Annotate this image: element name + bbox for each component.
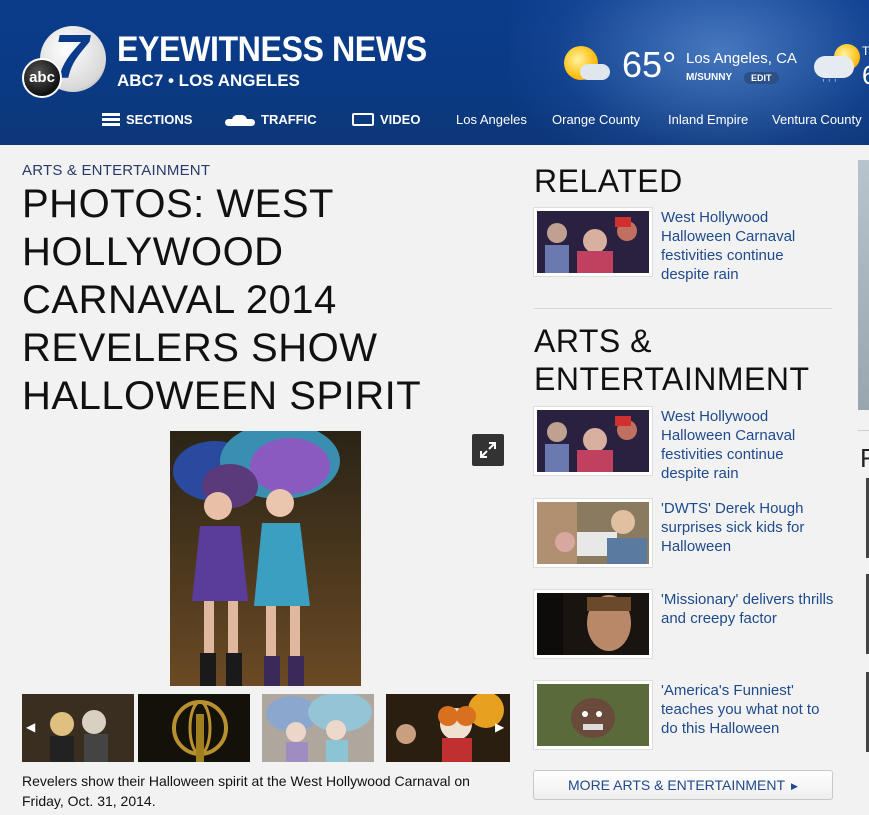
arts-item[interactable]: 'America's Funniest' teaches you what no… bbox=[534, 681, 834, 751]
arts-item[interactable]: 'Missionary' delivers thrills and creepy… bbox=[534, 590, 834, 660]
more-button-label: MORE ARTS & ENTERTAINMENT bbox=[568, 777, 786, 793]
nav-ventura-county[interactable]: Ventura County bbox=[772, 112, 862, 127]
weather-condition: M/SUNNY bbox=[686, 72, 733, 83]
article-category[interactable]: ARTS & ENTERTAINMENT bbox=[22, 162, 210, 179]
weather-location[interactable]: Los Angeles, CA bbox=[686, 50, 797, 67]
arts-item-title[interactable]: West Hollywood Halloween Carnaval festiv… bbox=[661, 407, 836, 483]
arts-entertainment-heading: ARTS & ENTERTAINMENT bbox=[534, 323, 810, 397]
partly-sunny-icon bbox=[562, 44, 612, 84]
gallery-thumbnail-3-active[interactable] bbox=[262, 694, 374, 762]
main-gallery-photo[interactable] bbox=[170, 431, 361, 686]
arts-item-title[interactable]: 'America's Funniest' teaches you what no… bbox=[661, 681, 836, 738]
rain-sun-icon: ' ' ' bbox=[814, 44, 864, 89]
abc7-logo[interactable]: 7 abc bbox=[22, 23, 108, 98]
sidebar-divider bbox=[534, 308, 832, 309]
gallery-next-arrow-icon[interactable]: ▶ bbox=[495, 720, 504, 734]
nav-video[interactable]: VIDEO bbox=[352, 112, 420, 127]
nav-traffic[interactable]: TRAFFIC bbox=[225, 112, 317, 127]
brand-title[interactable]: EYEWITNESS NEWS bbox=[117, 30, 427, 70]
main-nav: SECTIONS TRAFFIC VIDEO Los Angeles Orang… bbox=[0, 108, 869, 134]
nav-inland-empire[interactable]: Inland Empire bbox=[668, 112, 748, 127]
weather-temp[interactable]: 65° bbox=[622, 44, 676, 86]
right-rail-heading: F bbox=[860, 443, 869, 473]
nav-orange-county[interactable]: Orange County bbox=[552, 112, 640, 127]
related-item[interactable]: West Hollywood Halloween Carnaval festiv… bbox=[534, 208, 834, 283]
video-camera-icon bbox=[352, 113, 374, 127]
related-heading: RELATED bbox=[534, 163, 683, 199]
expand-fullscreen-button[interactable] bbox=[472, 434, 504, 466]
arts-item-thumbnail[interactable] bbox=[534, 499, 652, 567]
right-rail-divider bbox=[858, 430, 869, 431]
arts-item[interactable]: West Hollywood Halloween Carnaval festiv… bbox=[534, 407, 834, 482]
hamburger-menu-icon bbox=[102, 113, 120, 127]
nav-video-label: VIDEO bbox=[380, 112, 421, 127]
car-icon bbox=[225, 114, 255, 127]
arts-item-title[interactable]: 'DWTS' Derek Hough surprises sick kids f… bbox=[661, 499, 836, 556]
arts-item-thumbnail[interactable] bbox=[534, 407, 652, 475]
nav-los-angeles[interactable]: Los Angeles bbox=[456, 112, 527, 127]
arts-item-thumbnail[interactable] bbox=[534, 590, 652, 658]
arts-item-thumbnail[interactable] bbox=[534, 681, 652, 749]
related-item-thumbnail[interactable] bbox=[534, 208, 652, 276]
next-forecast-label: T bbox=[862, 44, 869, 58]
nav-sections-label: SECTIONS bbox=[126, 112, 193, 127]
related-item-title[interactable]: West Hollywood Halloween Carnaval festiv… bbox=[661, 208, 836, 284]
caret-right-icon: ▶ bbox=[791, 781, 798, 791]
nav-sections[interactable]: SECTIONS bbox=[102, 112, 192, 127]
brand-subtitle: ABC7 • LOS ANGELES bbox=[117, 71, 300, 90]
gallery-prev-arrow-icon[interactable]: ◀ bbox=[26, 720, 35, 734]
more-arts-entertainment-button[interactable]: MORE ARTS & ENTERTAINMENT ▶ bbox=[533, 770, 833, 800]
abc-logo-circle: abc bbox=[22, 58, 62, 98]
gallery-thumbnail-2[interactable] bbox=[138, 694, 250, 762]
next-forecast-temp[interactable]: 6 bbox=[862, 60, 869, 91]
arts-item[interactable]: 'DWTS' Derek Hough surprises sick kids f… bbox=[534, 499, 834, 569]
gallery-thumbnail-1[interactable] bbox=[22, 694, 134, 762]
gallery-thumbnail-4[interactable] bbox=[386, 694, 510, 762]
site-header: 7 abc EYEWITNESS NEWS ABC7 • LOS ANGELES… bbox=[0, 0, 869, 145]
expand-icon bbox=[480, 442, 496, 458]
weather-edit-button[interactable]: EDIT bbox=[744, 72, 779, 84]
right-rail-ad[interactable] bbox=[858, 160, 869, 410]
article-headline: PHOTOS: WEST HOLLYWOOD CARNAVAL 2014 REV… bbox=[22, 182, 422, 418]
photo-caption: Revelers show their Halloween spirit at … bbox=[22, 773, 470, 809]
nav-traffic-label: TRAFFIC bbox=[261, 112, 317, 127]
arts-item-title[interactable]: 'Missionary' delivers thrills and creepy… bbox=[661, 590, 836, 628]
